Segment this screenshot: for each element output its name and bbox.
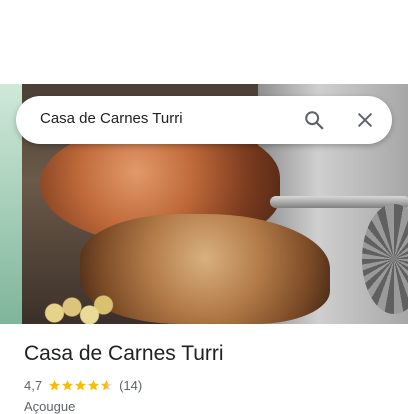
star-icon	[49, 379, 60, 390]
rating-value: 4,7	[24, 377, 43, 393]
search-bar[interactable]: Casa de Carnes Turri	[16, 96, 392, 144]
rating-stars	[48, 379, 113, 392]
clear-search-button[interactable]	[351, 106, 379, 134]
close-icon	[358, 113, 372, 127]
place-info-panel[interactable]: Casa de Carnes Turri 4,7 (14) Açougue	[0, 324, 408, 414]
photo-roasted-meat-bottom	[80, 214, 330, 324]
rating-row[interactable]: 4,7 (14)	[24, 376, 142, 394]
star-icon	[62, 379, 73, 390]
star-half-icon	[101, 379, 112, 390]
top-blank-area	[0, 0, 408, 84]
search-icon	[305, 111, 324, 130]
search-input[interactable]: Casa de Carnes Turri	[40, 110, 183, 127]
place-category: Açougue	[24, 399, 76, 414]
search-button[interactable]	[300, 106, 328, 134]
review-count[interactable]: (14)	[119, 378, 142, 393]
place-title: Casa de Carnes Turri	[24, 342, 224, 365]
star-icon	[88, 379, 99, 390]
star-icon	[75, 379, 86, 390]
photo-potatoes	[44, 289, 114, 324]
